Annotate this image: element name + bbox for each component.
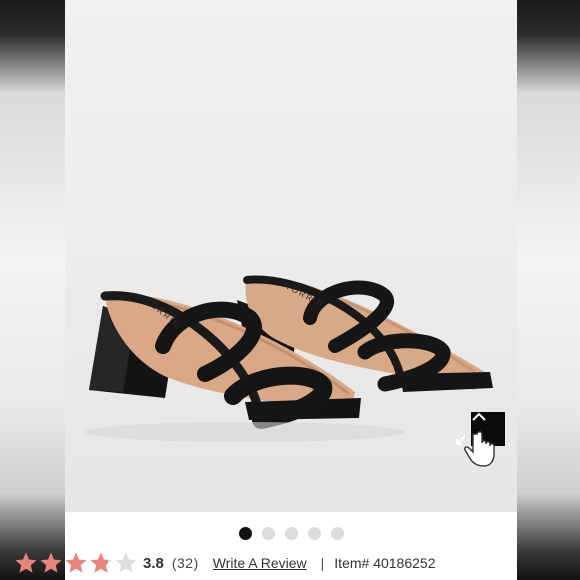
chevron-up-icon — [472, 412, 486, 421]
blurred-background-left — [0, 0, 65, 580]
star-full-icon — [40, 552, 62, 573]
star-full-icon — [15, 552, 37, 573]
star-rating[interactable] — [14, 551, 139, 575]
carousel-dot-3[interactable] — [284, 527, 298, 540]
blurred-background-right — [515, 0, 580, 580]
carousel-pagination — [65, 527, 517, 540]
carousel-dot-5[interactable] — [330, 527, 344, 540]
expand-icon — [456, 431, 495, 467]
hand-pointer-icon — [464, 431, 495, 467]
sandals-illustration: TORRID TORRID — [65, 0, 517, 512]
star-partial-icon — [90, 552, 112, 573]
product-panel: TORRID TORRID — [65, 0, 517, 580]
item-number: Item# 40186252 — [334, 555, 436, 571]
carousel-dot-4[interactable] — [307, 527, 321, 540]
carousel-dot-2[interactable] — [261, 527, 275, 540]
rating-row: 3.8 (32) Write A Review | Item# 40186252 — [14, 548, 436, 578]
rating-value: 3.8 — [143, 554, 164, 572]
expand-image-button[interactable] — [451, 424, 499, 470]
review-count[interactable]: (32) — [172, 555, 199, 571]
divider: | — [320, 555, 325, 571]
product-image[interactable]: TORRID TORRID — [65, 0, 517, 512]
write-review-link[interactable]: Write A Review — [213, 555, 307, 571]
star-full-icon — [65, 552, 87, 573]
star-empty-icon — [115, 552, 137, 573]
carousel-dot-1[interactable] — [238, 527, 252, 540]
